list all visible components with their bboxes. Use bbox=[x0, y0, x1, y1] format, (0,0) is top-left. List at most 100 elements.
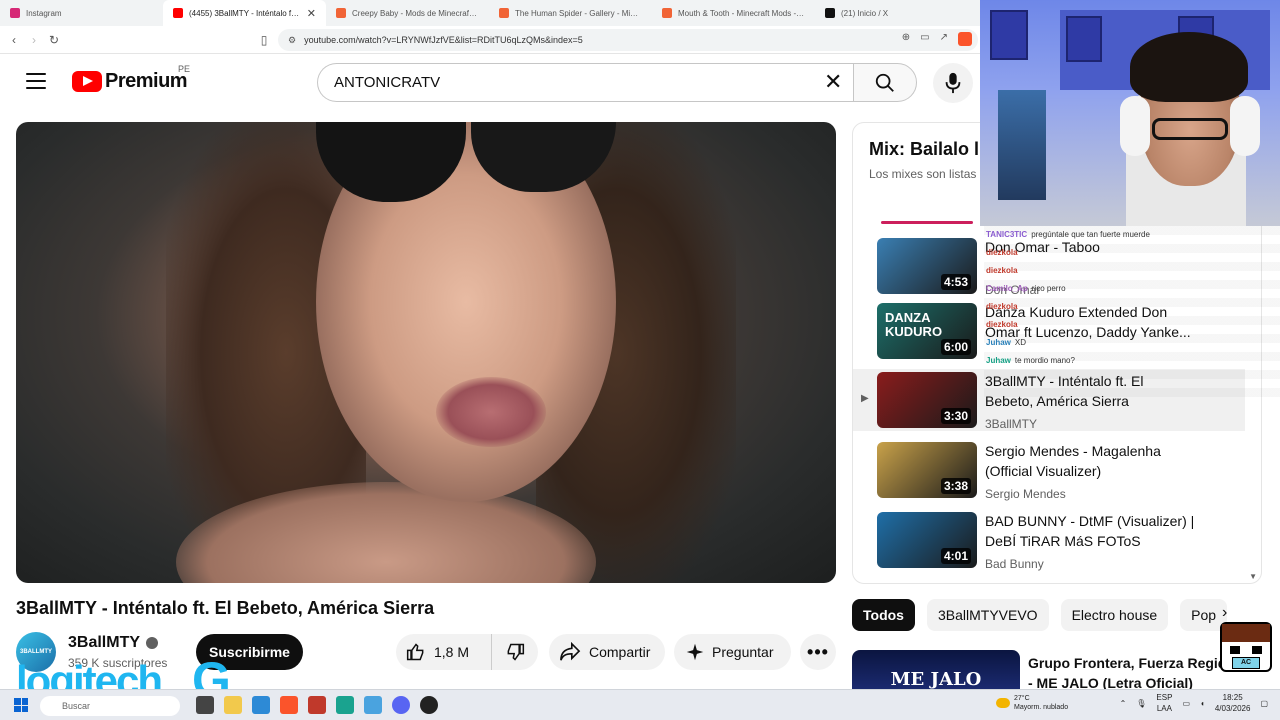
forward-icon[interactable]: › bbox=[24, 33, 44, 47]
bookmark-icon[interactable]: ▯ bbox=[254, 33, 274, 47]
channel-name-text: 3BallMTY bbox=[68, 634, 141, 651]
notes-icon[interactable] bbox=[364, 696, 382, 714]
browser-tab[interactable]: (4455) 3BallMTY - Inténtalo ft. El Bebet… bbox=[163, 0, 326, 26]
recommended-thumbnail[interactable]: ME JALO bbox=[852, 650, 1020, 690]
volume-icon[interactable]: ◖ bbox=[1200, 699, 1205, 708]
filter-chip[interactable]: Todos bbox=[852, 599, 915, 631]
filter-chip[interactable]: 3BallMTYVEVO bbox=[926, 599, 1049, 631]
voice-search-button[interactable] bbox=[933, 63, 973, 103]
share-button[interactable]: Compartir bbox=[549, 634, 665, 670]
stream-chat-overlay: TANIC3TIC pregúntale que tan fuerte muerd… bbox=[984, 226, 1280, 402]
discord-icon[interactable] bbox=[392, 696, 410, 714]
system-tray: ⌃ 🎙 ESP LAA ▭ ◖ 18:25 4/03/2026 ▢ bbox=[1120, 692, 1268, 714]
browser-tab[interactable]: Mouth & Tooth - Minecraft Mods - CurseFo… bbox=[652, 0, 815, 26]
brave-shields-icon[interactable] bbox=[958, 32, 972, 46]
thumbs-down-icon bbox=[507, 643, 525, 661]
chat-text: pregúntale que tan fuerte muerde bbox=[1031, 230, 1150, 239]
playlist-thumbnail[interactable]: 3:38 bbox=[877, 442, 977, 498]
steam-icon[interactable] bbox=[420, 696, 438, 714]
chat-text: te mordio mano? bbox=[1014, 356, 1075, 365]
site-info-icon[interactable]: ⚙ bbox=[288, 35, 296, 46]
chat-message: Camilo_Ap rico perro bbox=[986, 284, 1066, 293]
tab-favicon-icon bbox=[10, 8, 20, 18]
chat-message: diezkola bbox=[986, 302, 1022, 311]
language-top: ESP bbox=[1156, 693, 1173, 702]
obs-icon[interactable] bbox=[308, 696, 326, 714]
playlist-thumbnail[interactable]: 4:53 bbox=[877, 238, 977, 294]
filter-chip[interactable]: Electro house bbox=[1060, 599, 1169, 631]
close-tab-icon[interactable]: ✕ bbox=[307, 7, 316, 20]
dislike-button[interactable] bbox=[492, 642, 538, 662]
tray-mic-icon[interactable]: 🎙 bbox=[1136, 699, 1146, 708]
tab-title: Creepy Baby - Mods de Minecraft - CurseF… bbox=[352, 8, 479, 18]
playlist-item[interactable]: 4:01 BAD BUNNY - DtMF (Visualizer) | DeBÍ… bbox=[853, 509, 1245, 571]
browser-tab[interactable]: Creepy Baby - Mods de Minecraft - CurseF… bbox=[326, 0, 489, 26]
verified-icon bbox=[146, 636, 159, 649]
zoom-icon[interactable]: ⊕ bbox=[902, 32, 910, 46]
weather-widget[interactable]: 27°C Mayorm. nublado bbox=[996, 694, 1068, 712]
clear-search-icon[interactable]: ✕ bbox=[824, 69, 842, 95]
reload-icon[interactable]: ↻ bbox=[44, 33, 64, 47]
playlist-item-title: Sergio Mendes - Magalenha (Official Visu… bbox=[985, 443, 1161, 479]
like-button[interactable]: 1,8 M bbox=[396, 634, 492, 670]
search-button[interactable] bbox=[853, 63, 917, 102]
share-page-icon[interactable]: ↗ bbox=[940, 32, 948, 46]
menu-icon[interactable] bbox=[26, 73, 46, 89]
tab-title: (21) Inicio / X bbox=[841, 8, 889, 18]
windows-taskbar: Buscar bbox=[0, 689, 1280, 720]
tab-title: (4455) 3BallMTY - Inténtalo ft. El Bebet… bbox=[189, 8, 301, 18]
channel-name[interactable]: 3BallMTY bbox=[68, 634, 159, 652]
video-player[interactable] bbox=[16, 122, 836, 583]
task-view-icon[interactable] bbox=[196, 696, 214, 714]
thumbnail-text: DANZA KUDURO bbox=[885, 310, 943, 339]
playlist-item-channel: Sergio Mendes bbox=[985, 487, 1066, 501]
browser-tab[interactable]: Instagram bbox=[0, 0, 163, 26]
playlist-thumbnail[interactable]: 3:30 bbox=[877, 372, 977, 428]
search-input[interactable]: ANTONICRATV bbox=[317, 63, 863, 102]
clock[interactable]: 18:25 4/03/2026 bbox=[1215, 692, 1251, 714]
thumbs-up-icon bbox=[406, 643, 424, 661]
cast-icon[interactable]: ▭ bbox=[920, 32, 929, 46]
sparkle-icon bbox=[686, 643, 704, 661]
playlist-item-title: BAD BUNNY - DtMF (Visualizer) | DeBÍ TiR… bbox=[985, 513, 1195, 549]
youtube-premium-logo[interactable]: Premium PE bbox=[72, 64, 190, 93]
chat-message: Juhaw te mordio mano? bbox=[986, 356, 1075, 365]
network-icon[interactable]: ▭ bbox=[1182, 699, 1190, 708]
tray-overflow-icon[interactable]: ⌃ bbox=[1120, 699, 1127, 708]
chat-message: diezkola bbox=[986, 320, 1022, 329]
recommended-video[interactable]: ME JALO Grupo Frontera, Fuerza Regida - … bbox=[852, 650, 1272, 693]
file-explorer-icon[interactable] bbox=[224, 696, 242, 714]
share-icon bbox=[560, 642, 581, 661]
playlist-thumbnail[interactable]: 4:01 bbox=[877, 512, 977, 568]
back-icon[interactable]: ‹ bbox=[4, 33, 24, 47]
app-icon[interactable] bbox=[336, 696, 354, 714]
language-indicator[interactable]: ESP LAA bbox=[1156, 692, 1172, 714]
address-bar[interactable]: ⚙ youtube.com/watch?v=LRYNWfJzfVE&list=R… bbox=[278, 29, 978, 51]
ask-label: Preguntar bbox=[712, 644, 774, 660]
playlist-item-channel: Bad Bunny bbox=[985, 557, 1044, 571]
store-icon[interactable] bbox=[252, 696, 270, 714]
scroll-down-icon[interactable]: ▼ bbox=[1249, 572, 1257, 581]
browser-tab[interactable]: The Human Spider - Gallery - Minecraft M… bbox=[489, 0, 652, 26]
brave-browser-icon[interactable] bbox=[280, 696, 298, 714]
chat-username: diezkola bbox=[986, 248, 1018, 257]
browser-tab[interactable]: (21) Inicio / X bbox=[815, 0, 978, 26]
filter-chips: Todos 3BallMTYVEVO Electro house Pop bbox=[852, 599, 1228, 631]
tab-title: Mouth & Tooth - Minecraft Mods - CurseFo… bbox=[678, 8, 805, 18]
notifications-icon[interactable]: ▢ bbox=[1260, 699, 1268, 708]
taskbar-search[interactable]: Buscar bbox=[40, 696, 180, 716]
playlist-item[interactable]: 3:38 Sergio Mendes - Magalenha (Official … bbox=[853, 439, 1245, 501]
language-bottom: LAA bbox=[1156, 704, 1172, 713]
chat-username: diezkola bbox=[986, 302, 1018, 311]
more-actions-button[interactable]: ••• bbox=[800, 634, 836, 670]
windows-start-icon[interactable] bbox=[14, 698, 28, 712]
recommended-title[interactable]: Grupo Frontera, Fuerza Regida - ME JALO … bbox=[1028, 653, 1238, 693]
weather-icon bbox=[996, 698, 1010, 708]
ask-button[interactable]: Preguntar bbox=[674, 634, 791, 670]
browser-tab-strip: Instagram (4455) 3BallMTY - Inténtalo ft.… bbox=[0, 0, 980, 26]
chat-username: Camilo_Ap bbox=[986, 284, 1028, 293]
playlist-thumbnail[interactable]: DANZA KUDURO 6:00 bbox=[877, 303, 977, 359]
chat-username: diezkola bbox=[986, 266, 1018, 275]
video-duration: 3:30 bbox=[940, 408, 971, 424]
chips-next-icon[interactable]: › bbox=[1222, 604, 1227, 622]
